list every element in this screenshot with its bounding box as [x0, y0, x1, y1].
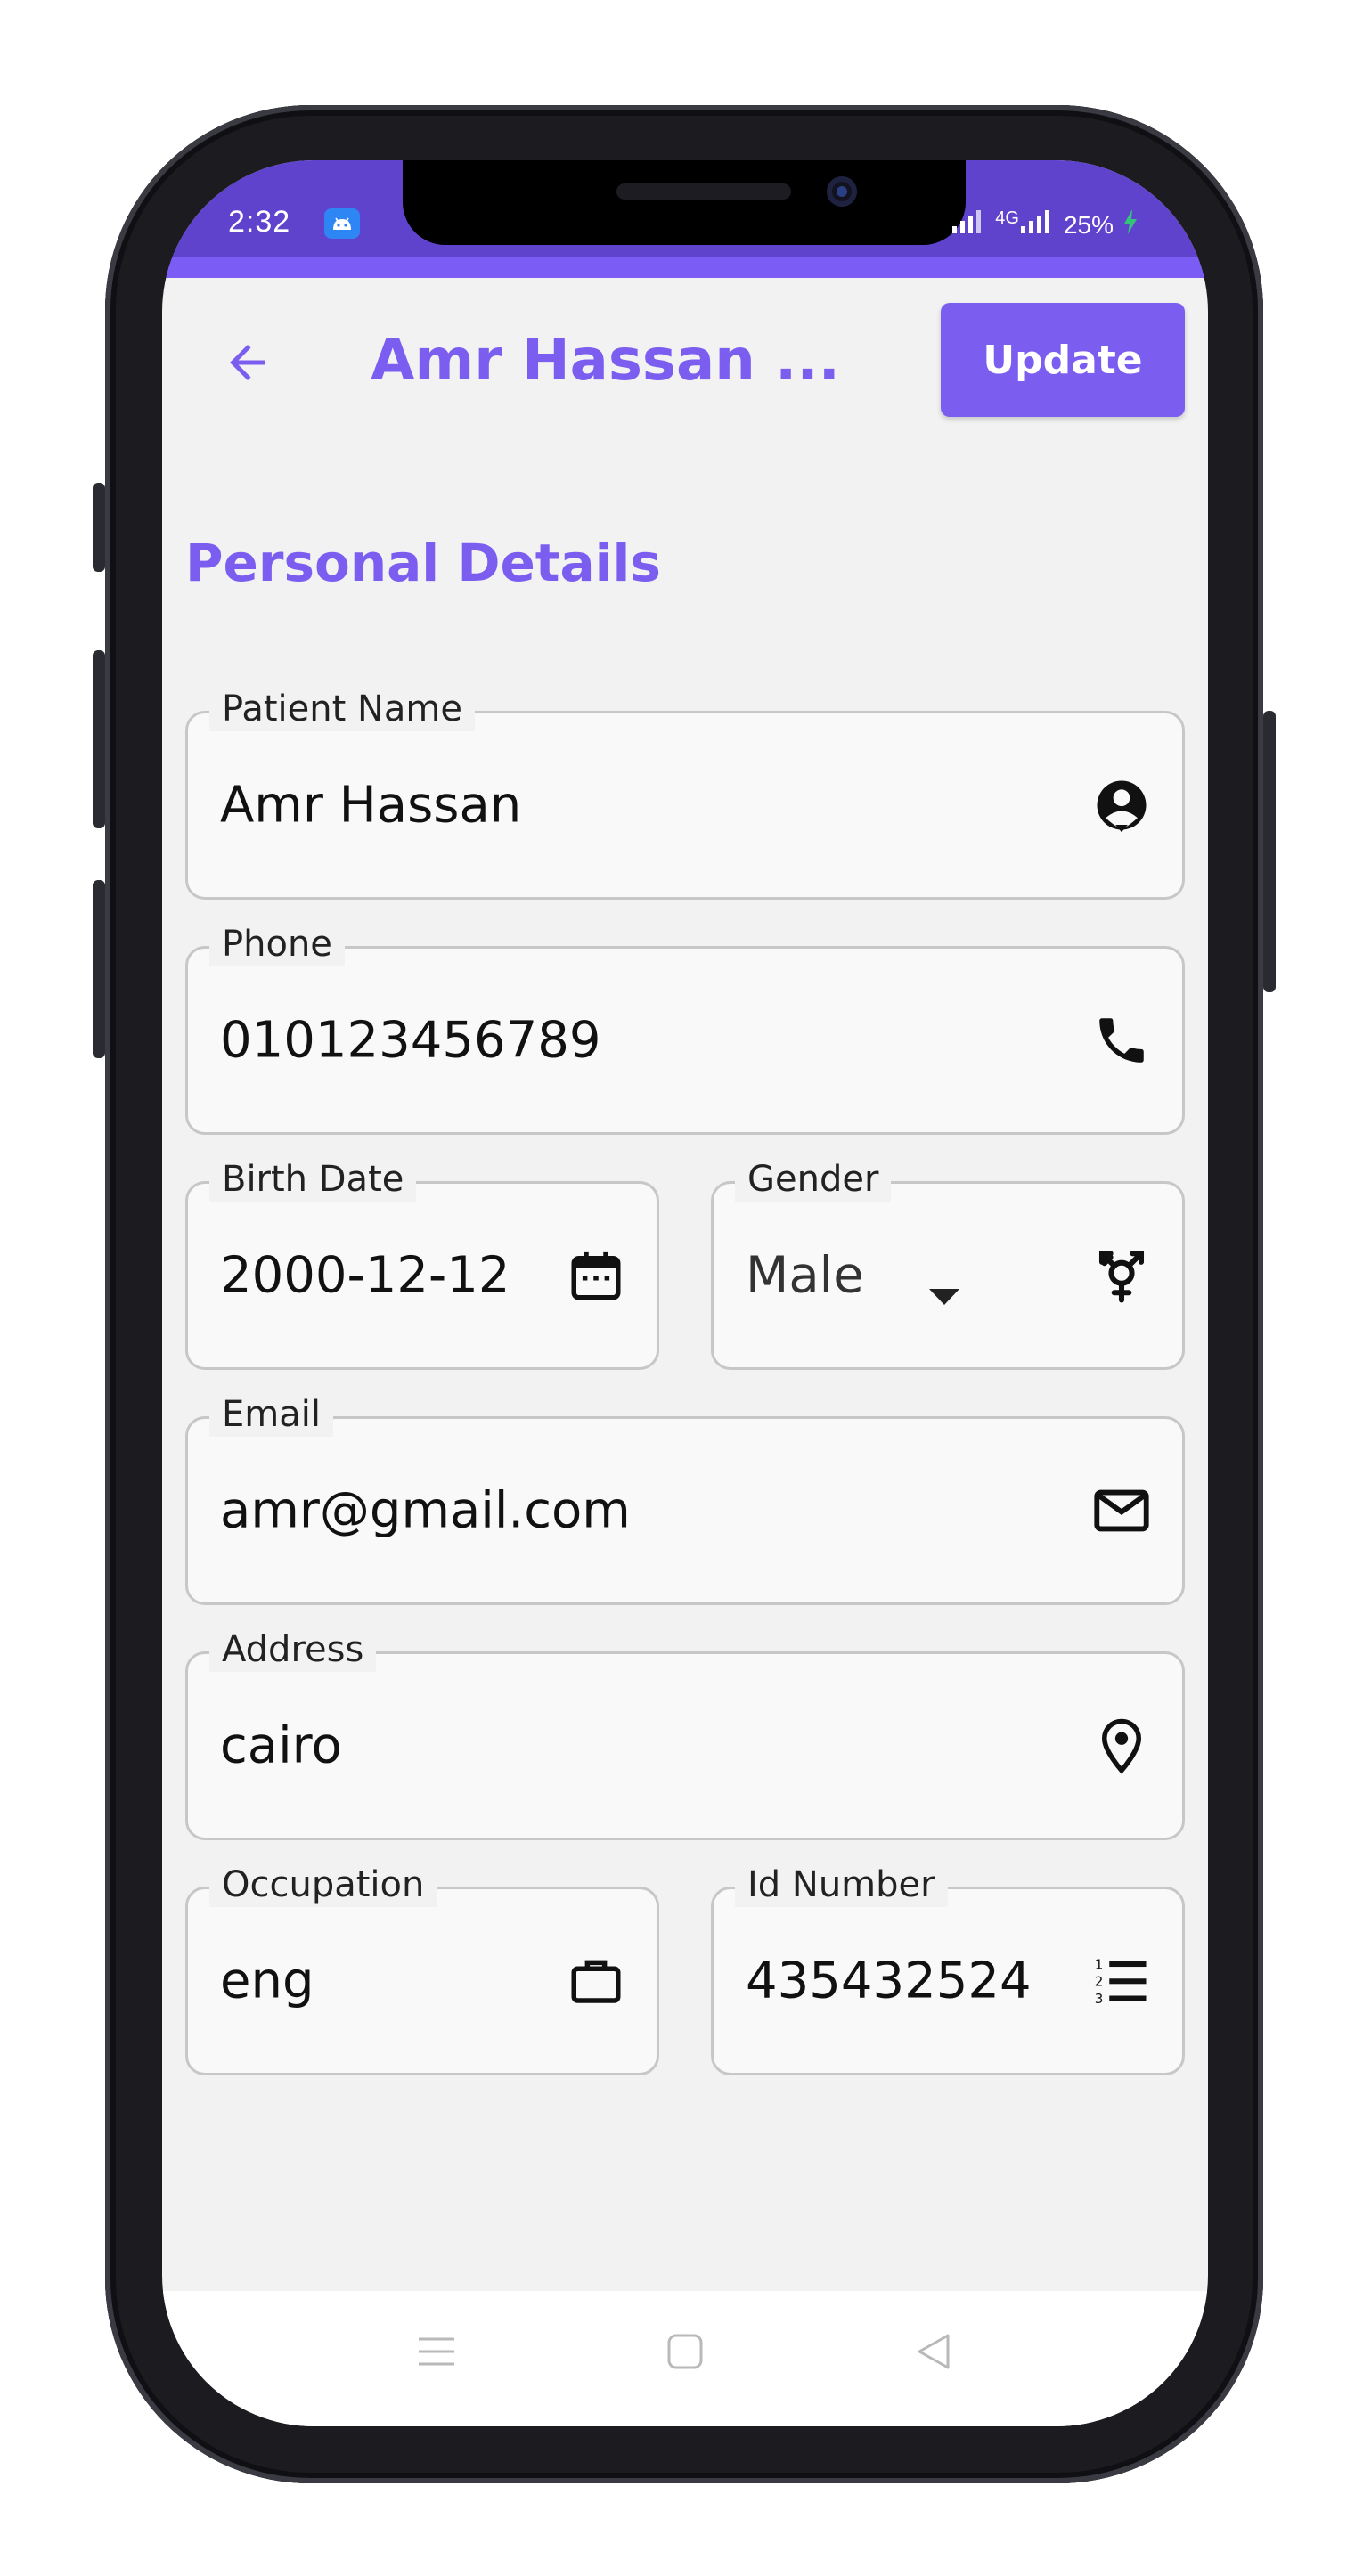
app-bar: Amr Hassan ... Update [162, 278, 1208, 438]
back-arrow-button[interactable] [212, 327, 283, 398]
location-pin-icon [1088, 1712, 1155, 1780]
android-notification-icon [324, 208, 360, 239]
status-bar-accent [162, 257, 1208, 278]
phone-input[interactable]: 010123456789 [220, 1012, 601, 1070]
volume-up-button [93, 650, 105, 828]
patient-name-label: Patient Name [209, 687, 475, 731]
update-button[interactable]: Update [941, 303, 1185, 417]
nav-back-button[interactable] [907, 2325, 960, 2378]
status-indicators: 4G 25% [951, 208, 1139, 241]
phone-icon [1088, 1007, 1155, 1074]
occupation-field[interactable]: Occupation eng [185, 1863, 659, 2075]
id-number-label: Id Number [735, 1863, 948, 1907]
charging-icon [1122, 208, 1139, 241]
status-time: 2:32 [228, 205, 291, 239]
gender-label: Gender [735, 1157, 892, 1202]
nav-home-button[interactable] [658, 2325, 712, 2378]
briefcase-icon [562, 1947, 630, 2015]
gender-icon [1088, 1242, 1155, 1309]
nav-menu-button[interactable] [410, 2325, 463, 2378]
id-number-field[interactable]: Id Number 435432524 1 2 3 [711, 1863, 1185, 2075]
network-type: 4G [995, 208, 1019, 228]
svg-text:1: 1 [1095, 1956, 1104, 1972]
home-icon [667, 2334, 703, 2369]
address-label: Address [209, 1627, 377, 1672]
phone-label: Phone [209, 922, 345, 966]
gender-dropdown[interactable]: Gender Male [711, 1157, 1185, 1370]
camera-notch [403, 160, 966, 245]
system-nav-bar [162, 2291, 1208, 2426]
email-label: Email [209, 1392, 333, 1437]
occupation-label: Occupation [209, 1863, 437, 1907]
signal-icon-2 [1019, 208, 1055, 241]
status-bar: 2:32 4G 25% [162, 160, 1208, 278]
signal-icon [951, 208, 986, 241]
svg-text:2: 2 [1095, 1974, 1104, 1990]
front-camera [827, 176, 857, 207]
phone-field[interactable]: Phone 010123456789 [185, 922, 1185, 1135]
volume-down-button [93, 880, 105, 1058]
numbered-list-icon: 1 2 3 [1088, 1947, 1155, 2015]
address-field[interactable]: Address cairo [185, 1627, 1185, 1840]
birth-date-label: Birth Date [209, 1157, 417, 1202]
mail-icon [1088, 1477, 1155, 1545]
birth-date-field[interactable]: Birth Date 2000-12-12 [185, 1157, 659, 1370]
gender-selected-value: Male [746, 1246, 864, 1305]
patient-name-input[interactable]: Amr Hassan [220, 777, 521, 835]
page-title: Amr Hassan ... [371, 328, 840, 394]
birth-date-input[interactable]: 2000-12-12 [220, 1247, 510, 1305]
earpiece-speaker [616, 183, 791, 200]
account-circle-icon [1088, 771, 1155, 839]
menu-icon [419, 2337, 454, 2366]
back-icon [918, 2334, 950, 2369]
email-field[interactable]: Email amr@gmail.com [185, 1392, 1185, 1605]
battery-percent: 25% [1063, 210, 1114, 239]
phone-screen: 2:32 4G 25% Amr Hassan ... Update Person… [162, 160, 1208, 2426]
svg-text:3: 3 [1095, 1991, 1104, 2007]
address-input[interactable]: cairo [220, 1717, 342, 1775]
calendar-icon [562, 1242, 630, 1309]
patient-name-field[interactable]: Patient Name Amr Hassan [185, 687, 1185, 900]
power-button [1263, 711, 1276, 992]
occupation-input[interactable]: eng [220, 1952, 314, 2010]
chevron-down-icon[interactable] [929, 1289, 959, 1305]
arrow-left-icon [230, 345, 265, 380]
id-number-input[interactable]: 435432524 [746, 1952, 1032, 2010]
section-title: Personal Details [185, 533, 661, 593]
mute-switch [93, 483, 105, 572]
email-input[interactable]: amr@gmail.com [220, 1482, 631, 1540]
